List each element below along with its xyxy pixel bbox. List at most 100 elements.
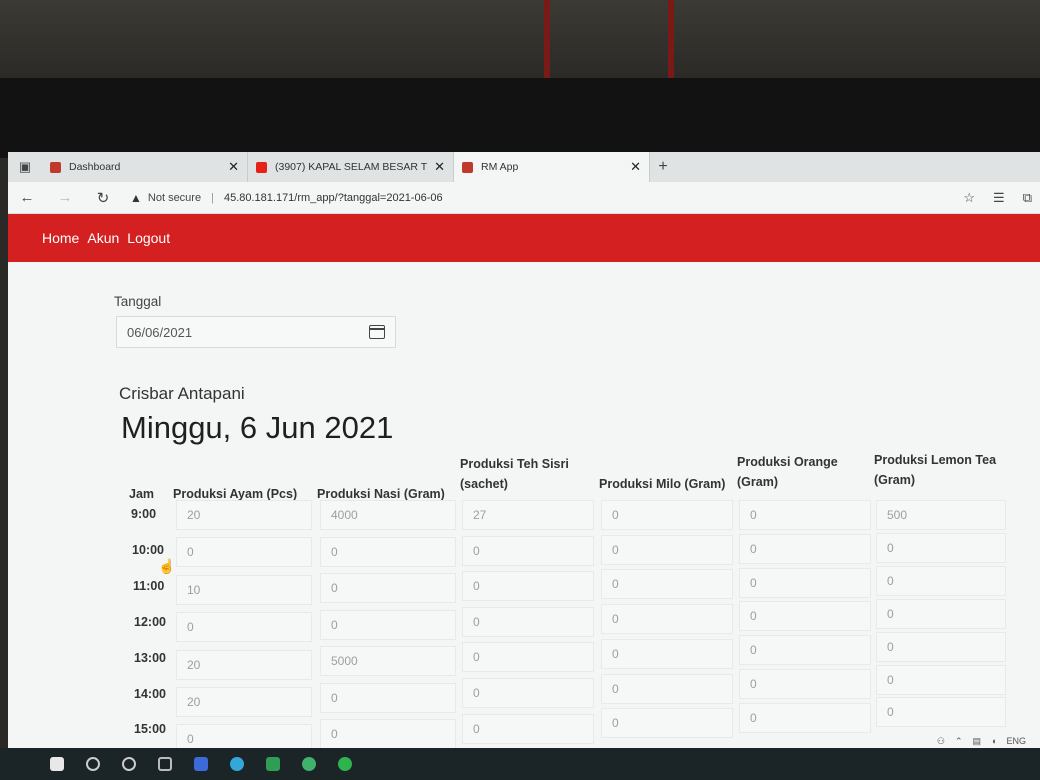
- input-milo[interactable]: 0: [601, 638, 733, 669]
- input-nasi[interactable]: 5000: [320, 646, 456, 676]
- back-arrow-icon[interactable]: ←: [8, 189, 46, 206]
- word-icon[interactable]: [194, 757, 208, 771]
- monitor-bezel: [0, 78, 1040, 158]
- input-orange[interactable]: 0: [739, 702, 871, 733]
- tab-actions-icon[interactable]: ▣: [8, 152, 42, 182]
- input-lemon-tea[interactable]: 0: [876, 631, 1006, 662]
- row-hour-label: 12:00: [134, 614, 166, 629]
- input-ayam[interactable]: 0: [176, 612, 312, 643]
- input-ayam[interactable]: 20: [176, 500, 312, 530]
- new-tab-button[interactable]: +: [650, 158, 676, 176]
- edge-icon[interactable]: [230, 757, 244, 771]
- row-hour-label: 11:00: [133, 578, 165, 593]
- input-milo[interactable]: 0: [601, 673, 733, 704]
- input-ayam[interactable]: 20: [176, 687, 312, 717]
- rm-app-favicon-icon: [462, 161, 473, 173]
- input-ayam[interactable]: 10: [176, 574, 312, 605]
- input-orange[interactable]: 0: [739, 567, 871, 598]
- input-nasi[interactable]: 4000: [320, 500, 456, 530]
- input-milo[interactable]: 0: [601, 604, 733, 635]
- input-nasi[interactable]: 0: [320, 573, 456, 603]
- network-icon[interactable]: ▤: [973, 736, 982, 747]
- excel-icon[interactable]: [266, 757, 280, 771]
- input-milo[interactable]: 0: [601, 569, 733, 600]
- day-heading: Minggu, 6 Jun 2021: [121, 410, 394, 445]
- calendar-icon[interactable]: [369, 325, 385, 339]
- header-jam: Jam: [129, 487, 155, 501]
- input-milo[interactable]: 0: [601, 708, 733, 739]
- input-orange[interactable]: 0: [739, 635, 871, 666]
- input-nasi[interactable]: 0: [320, 609, 456, 640]
- tab-youtube[interactable]: (3907) KAPAL SELAM BESAR TER ✕: [248, 152, 454, 182]
- address-bar: ← → ↻ ▲ Not secure | 45.80.181.171/rm_ap…: [8, 182, 1040, 214]
- input-teh-sisri[interactable]: 0: [462, 642, 594, 673]
- input-teh-sisri[interactable]: 27: [462, 500, 594, 530]
- url-field[interactable]: 45.80.181.171/rm_app/?tanggal=2021-06-06: [224, 192, 443, 204]
- system-tray: ⚇ ⌃ ▤ ◖ ENG: [937, 736, 1026, 747]
- refresh-icon[interactable]: ↻: [84, 189, 122, 207]
- cable: [668, 0, 674, 82]
- main-content: Tanggal 06/06/2021 Crisbar Antapani Ming…: [8, 262, 1040, 752]
- chrome-icon[interactable]: [302, 757, 316, 771]
- nav-home-link[interactable]: Home: [42, 230, 79, 246]
- input-lemon-tea[interactable]: 0: [876, 697, 1006, 728]
- row-hour-label: 10:00: [132, 542, 164, 557]
- favorites-icon[interactable]: ☰: [993, 190, 1005, 206]
- input-nasi[interactable]: 0: [320, 719, 456, 749]
- input-teh-sisri[interactable]: 0: [462, 713, 594, 744]
- browser-window: ▣ Dashboard ✕ (3907) KAPAL SELAM BESAR T…: [8, 152, 1040, 752]
- input-teh-sisri[interactable]: 0: [462, 606, 594, 637]
- input-nasi[interactable]: 0: [320, 536, 456, 567]
- input-orange[interactable]: 0: [739, 669, 871, 699]
- task-view-icon[interactable]: [158, 757, 172, 771]
- header-orange: Produksi Orange (Gram): [737, 455, 838, 489]
- row-hour-label: 15:00: [134, 722, 166, 737]
- input-ayam[interactable]: 0: [176, 537, 312, 568]
- security-label[interactable]: Not secure: [148, 192, 201, 204]
- tab-dashboard[interactable]: Dashboard ✕: [42, 152, 248, 182]
- date-label: Tanggal: [114, 294, 162, 309]
- people-icon[interactable]: ⚇: [937, 736, 945, 747]
- close-icon[interactable]: ✕: [434, 159, 445, 175]
- address-bar-actions: ☆ ☰ ⧉: [963, 182, 1040, 214]
- nav-logout-link[interactable]: Logout: [127, 230, 170, 246]
- input-lemon-tea[interactable]: 500: [876, 500, 1006, 530]
- cortana-icon[interactable]: [122, 757, 136, 771]
- input-orange[interactable]: 0: [739, 500, 871, 530]
- input-nasi[interactable]: 0: [320, 682, 456, 713]
- close-icon[interactable]: ✕: [630, 159, 641, 175]
- input-lemon-tea[interactable]: 0: [876, 664, 1006, 695]
- close-icon[interactable]: ✕: [228, 159, 239, 175]
- input-lemon-tea[interactable]: 0: [876, 565, 1006, 596]
- volume-icon[interactable]: ◖: [991, 736, 996, 747]
- start-icon[interactable]: [50, 757, 64, 771]
- date-input[interactable]: 06/06/2021: [116, 316, 396, 348]
- input-orange[interactable]: 0: [739, 601, 871, 632]
- header-milo: Produksi Milo (Gram): [599, 477, 726, 491]
- chevron-up-icon[interactable]: ⌃: [955, 736, 963, 747]
- search-icon[interactable]: [86, 757, 100, 771]
- add-favorite-icon[interactable]: ☆: [963, 190, 975, 206]
- date-value: 06/06/2021: [127, 324, 193, 340]
- input-lemon-tea[interactable]: 0: [876, 532, 1006, 563]
- header-teh-sisri: Produksi Teh Sisri (sachet): [460, 457, 569, 491]
- input-ayam[interactable]: 20: [176, 649, 312, 680]
- row-hour-label: 14:00: [134, 686, 166, 701]
- whatsapp-icon[interactable]: [338, 757, 352, 771]
- youtube-favicon-icon: [256, 161, 267, 173]
- nav-akun-link[interactable]: Akun: [87, 230, 119, 246]
- input-lemon-tea[interactable]: 0: [876, 598, 1006, 629]
- input-teh-sisri[interactable]: 0: [462, 535, 594, 566]
- input-teh-sisri[interactable]: 0: [462, 571, 594, 602]
- row-hour-label: 9:00: [131, 507, 157, 521]
- input-milo[interactable]: 0: [601, 534, 733, 565]
- input-orange[interactable]: 0: [739, 533, 871, 564]
- forward-arrow-icon[interactable]: →: [46, 189, 84, 206]
- tab-rm-app[interactable]: RM App ✕: [454, 152, 650, 182]
- warning-icon: ▲: [130, 190, 142, 205]
- language-indicator[interactable]: ENG: [1006, 736, 1026, 747]
- input-teh-sisri[interactable]: 0: [462, 678, 594, 708]
- collections-icon[interactable]: ⧉: [1023, 190, 1032, 206]
- input-milo[interactable]: 0: [601, 500, 733, 530]
- header-lemon-tea: Produksi Lemon Tea (Gram): [874, 453, 997, 487]
